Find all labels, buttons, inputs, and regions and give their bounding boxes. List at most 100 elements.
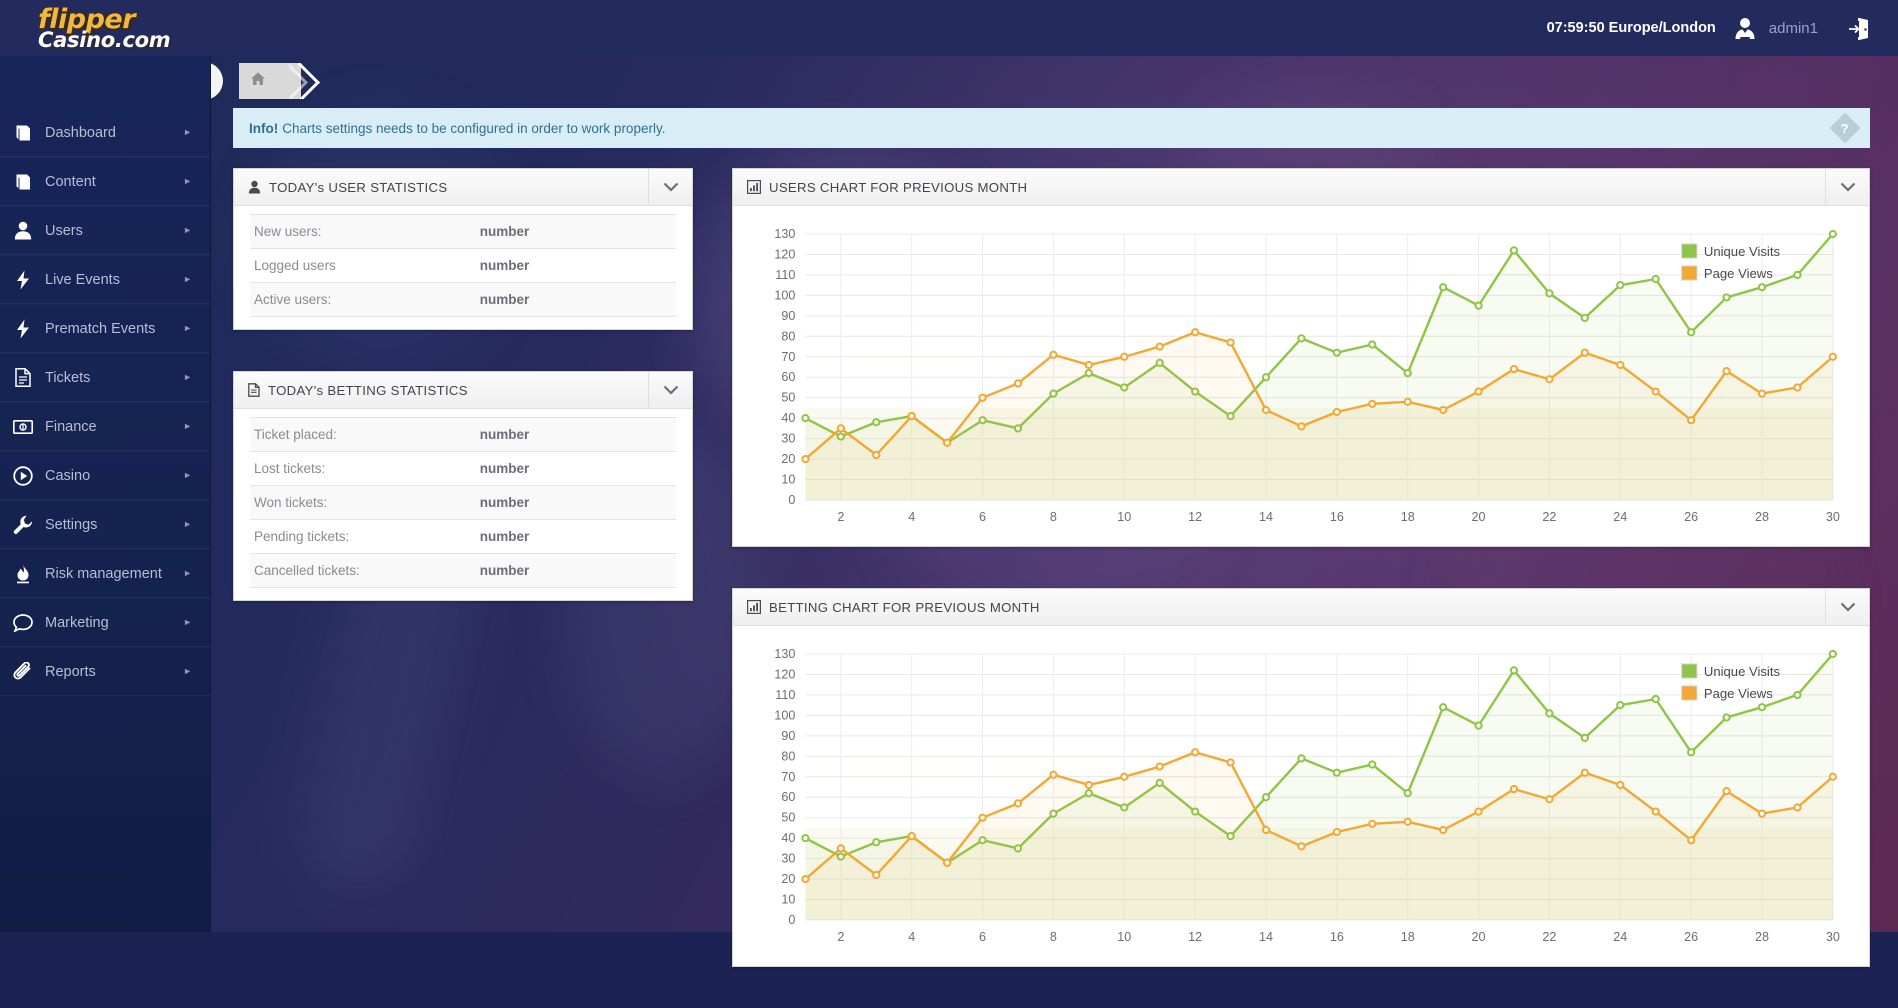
data-point: [1723, 714, 1729, 720]
data-point: [1334, 770, 1340, 776]
stat-label: Logged users: [250, 249, 476, 283]
sidebar-item-label: Tickets: [45, 370, 183, 386]
stat-label: Lost tickets:: [250, 452, 476, 486]
sidebar-item-label: Live Events: [45, 272, 183, 288]
logout-icon[interactable]: [1846, 15, 1872, 41]
panel-collapse-button[interactable]: [1825, 169, 1869, 205]
data-point: [1546, 376, 1552, 382]
breadcrumb-arrow-icon: [285, 63, 321, 99]
sidebar-item-label: Content: [45, 174, 183, 190]
x-axis-tick-label: 14: [1259, 510, 1273, 524]
x-axis-tick-label: 16: [1330, 510, 1344, 524]
panel-collapse-button[interactable]: [648, 169, 692, 205]
x-axis-tick-label: 12: [1188, 930, 1202, 944]
data-point: [1334, 350, 1340, 356]
sidebar-item-prematch-events[interactable]: Prematch Events►: [0, 304, 210, 353]
data-point: [1405, 819, 1411, 825]
wrench-icon: [0, 515, 45, 535]
y-axis-tick-label: 40: [781, 411, 795, 425]
data-point: [944, 440, 950, 446]
sidebar-item-tickets[interactable]: Tickets►: [0, 353, 210, 402]
data-point: [1475, 723, 1481, 729]
legend-swatch: [1682, 686, 1697, 700]
user-statistics-table: New users:numberLogged usersnumberActive…: [250, 214, 676, 317]
sidebar-item-dashboard[interactable]: Dashboard►: [0, 108, 210, 157]
main-content: ❮ Info! Charts settings needs to be conf…: [211, 56, 1898, 932]
data-point: [838, 425, 844, 431]
panel-collapse-button[interactable]: [1825, 589, 1869, 625]
y-axis-tick-label: 60: [781, 370, 795, 384]
account-menu[interactable]: admin1: [1732, 15, 1818, 41]
legend-label: Unique Visits: [1704, 244, 1781, 259]
chevron-right-icon: ►: [183, 520, 192, 529]
panel-body: Ticket placed:numberLost tickets:numberW…: [234, 409, 692, 600]
x-axis-tick-label: 18: [1401, 930, 1415, 944]
data-point: [1263, 794, 1269, 800]
panel-collapse-button[interactable]: [648, 372, 692, 408]
data-point: [1653, 696, 1659, 702]
chevron-right-icon: ►: [183, 128, 192, 137]
data-point: [1440, 407, 1446, 413]
data-point: [1794, 272, 1800, 278]
y-axis-tick-label: 10: [781, 893, 795, 907]
table-row: Logged usersnumber: [250, 249, 676, 283]
bolt-icon: [0, 270, 45, 290]
data-point: [1405, 370, 1411, 376]
panel-body: New users:numberLogged usersnumberActive…: [234, 206, 692, 329]
data-point: [1227, 759, 1233, 765]
money-icon: [0, 420, 45, 434]
sidebar-item-label: Finance: [45, 419, 183, 435]
stat-label: Ticket placed:: [250, 418, 476, 452]
sidebar-item-marketing[interactable]: Marketing►: [0, 598, 210, 647]
data-point: [1086, 362, 1092, 368]
sidebar-item-label: Marketing: [45, 615, 183, 631]
y-axis-tick-label: 100: [774, 708, 795, 722]
chevron-right-icon: ►: [183, 373, 192, 382]
betting-line-chart: 0102030405060708090100110120130246810121…: [747, 640, 1855, 958]
sidebar-item-reports[interactable]: Reports►: [0, 647, 210, 696]
data-point: [1121, 354, 1127, 360]
question-icon[interactable]: ?: [1829, 112, 1860, 143]
data-point: [944, 860, 950, 866]
sidebar-item-settings[interactable]: Settings►: [0, 500, 210, 549]
y-axis-tick-label: 30: [781, 432, 795, 446]
sidebar-item-live-events[interactable]: Live Events►: [0, 255, 210, 304]
bolt-icon: [0, 319, 45, 339]
sidebar-item-list: Dashboard►Content►Users►Live Events►Prem…: [0, 108, 210, 696]
stat-label: New users:: [250, 215, 476, 249]
legend-label: Page Views: [1704, 686, 1773, 701]
x-axis-tick-label: 28: [1755, 510, 1769, 524]
stat-value: number: [476, 520, 676, 554]
data-point: [1653, 276, 1659, 282]
stat-value: number: [476, 418, 676, 452]
sidebar-item-casino[interactable]: Casino►: [0, 451, 210, 500]
header-right-group: 07:59:50 Europe/London admin1: [1547, 15, 1872, 41]
sidebar-item-risk-management[interactable]: Risk management►: [0, 549, 210, 598]
chevron-right-icon: ►: [183, 667, 192, 676]
sidebar-item-content[interactable]: Content►: [0, 157, 210, 206]
data-point: [1830, 231, 1836, 237]
site-logo[interactable]: flipper Casino.com: [38, 6, 170, 51]
file-icon: [248, 383, 260, 397]
legend-label: Unique Visits: [1704, 664, 1781, 679]
table-row: Pending tickets:number: [250, 520, 676, 554]
x-axis-tick-label: 26: [1684, 510, 1698, 524]
user-icon: [248, 180, 261, 194]
sidebar-item-finance[interactable]: Finance►: [0, 402, 210, 451]
table-row: Active users:number: [250, 283, 676, 317]
sidebar-item-users[interactable]: Users►: [0, 206, 210, 255]
data-point: [1688, 749, 1694, 755]
data-point: [1617, 702, 1623, 708]
data-point: [1192, 329, 1198, 335]
data-point: [1263, 827, 1269, 833]
data-point: [1369, 761, 1375, 767]
data-point: [1050, 352, 1056, 358]
x-axis-tick-label: 18: [1401, 510, 1415, 524]
sidebar-item-label: Casino: [45, 468, 183, 484]
x-axis-tick-label: 2: [837, 930, 844, 944]
data-point: [1546, 710, 1552, 716]
panel-header: TODAY's BETTING STATISTICS: [234, 372, 692, 409]
data-point: [873, 839, 879, 845]
panel-today-user-statistics: TODAY's USER STATISTICS New users:number…: [233, 168, 693, 330]
chevron-right-icon: ►: [183, 177, 192, 186]
